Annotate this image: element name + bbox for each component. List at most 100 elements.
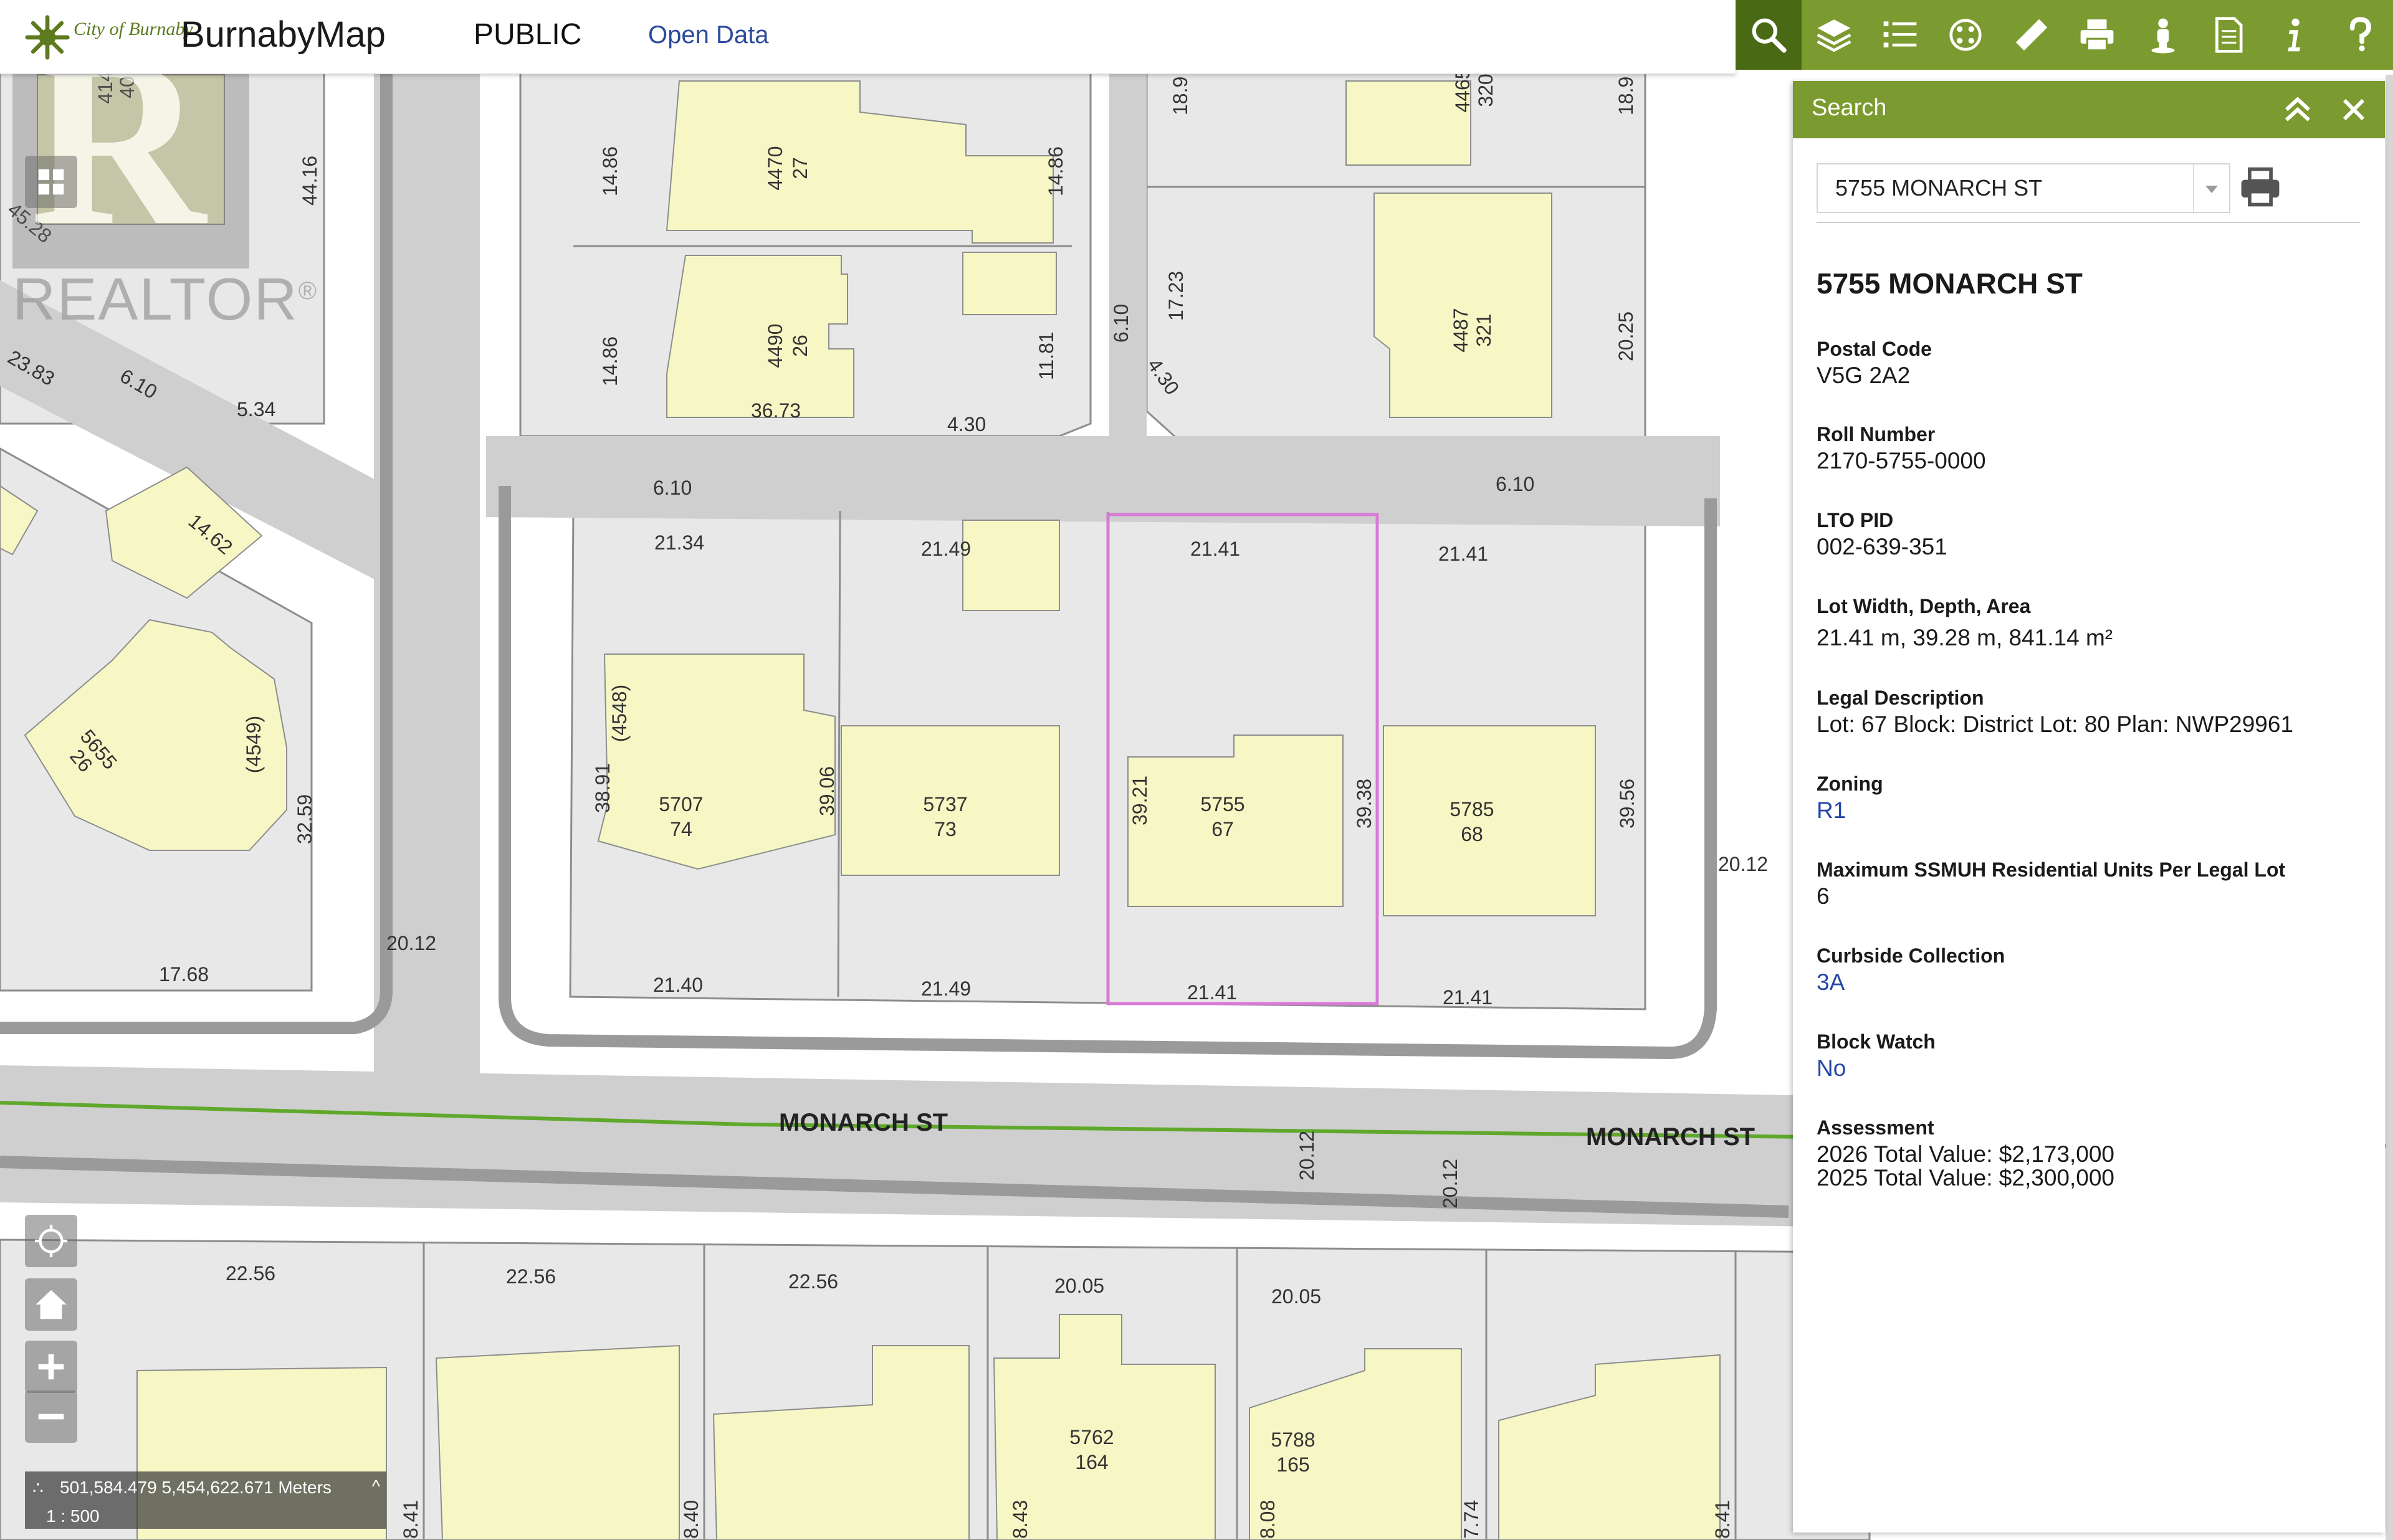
crosshair-icon: ∴ [32,1478,44,1498]
theme-tool-button[interactable] [1933,0,1999,70]
report-tool-button[interactable] [2196,0,2262,70]
field-value: 21.41 m, 39.28 m, 841.14 m² [1817,625,2113,650]
dimension-label: 20.12 [1296,1131,1318,1181]
help-tool-button[interactable] [2328,0,2393,70]
dimension-label: 22.56 [506,1265,556,1288]
help-icon [2349,17,2372,52]
street-label: MONARCH ST [1586,1123,1755,1151]
dimension-label: 7.74 [1460,1500,1483,1539]
scale-text: 1 : 500 [46,1506,100,1526]
dimension-label: 21.49 [921,977,971,1000]
parcel-lot: 165 [1276,1453,1309,1476]
search-tool-button[interactable] [1736,0,1802,70]
dimension-label: 20.12 [386,932,436,954]
zoom-out-button[interactable] [25,1390,77,1443]
close-icon[interactable] [2335,91,2372,128]
print-tool-button[interactable] [2065,0,2131,70]
dimension-label: 8.08 [1256,1500,1279,1539]
field-label: Maximum SSMUH Residential Units Per Lega… [1817,858,2286,881]
zoom-in-button[interactable] [25,1341,77,1393]
field-lot-dimensions: Lot Width, Depth, Area 21.41 m, 39.28 m,… [1817,594,2113,652]
parcel-number: 5737 [923,793,967,815]
parcel-number: 5755 [1200,793,1244,815]
layers-icon [1817,19,1851,52]
collapse-chevron-icon[interactable] [2279,91,2316,128]
search-input[interactable] [1818,164,2185,212]
dimension-label: 39.21 [1129,776,1151,825]
dimension-label: 8.40 [680,1500,702,1539]
toolbar [1736,0,2393,70]
legend-list-icon [1883,21,1917,48]
dimension-label: 39.56 [1616,779,1638,829]
search-dropdown-button[interactable] [2193,164,2229,212]
print-icon [2080,19,2114,52]
home-icon [36,1290,67,1319]
field-roll-number: Roll Number 2170-5755-0000 [1817,422,1986,475]
parcel-number: 5788 [1271,1428,1315,1451]
field-label: Postal Code [1817,338,1932,360]
minus-icon [38,1414,64,1420]
field-label: Block Watch [1817,1030,1936,1053]
map-theme-icon [1949,19,1982,51]
dimension-label: 14.86 [1044,146,1067,196]
dimension-label: 20.05 [1054,1275,1104,1297]
parcel-lot: 321 [1473,313,1495,346]
grid-icon [38,169,64,195]
dimension-label: 4.30 [947,413,986,435]
field-value: Lot: 67 Block: District Lot: 80 Plan: NW… [1817,711,2294,737]
field-value: 002-639-351 [1817,534,1947,559]
dimension-label: 20.05 [1271,1285,1321,1308]
dimension-label: 20.12 [1439,1159,1461,1209]
dimension-label: 6.10 [1110,304,1132,343]
field-value: V5G 2A2 [1817,363,1911,388]
dimension-label: 44.16 [299,156,321,206]
field-curbside-collection: Curbside Collection 3A [1817,943,2005,997]
print-results-icon[interactable] [2237,163,2284,211]
field-postal-code: Postal Code V5G 2A2 [1817,336,1932,390]
streetview-tool-button[interactable] [2130,0,2196,70]
chevron-up-icon[interactable]: ^ [372,1476,380,1496]
parcel-number: 4487 [1450,308,1472,352]
dimension-label: 21.41 [1438,543,1488,565]
field-assessment: Assessment 2026 Total Value: $2,173,000 … [1817,1115,2114,1192]
layers-tool-button[interactable] [1802,0,1868,70]
parcel-number: 4465 [1451,68,1474,112]
field-label: Roll Number [1817,423,1936,445]
locate-icon [34,1224,68,1258]
parcel-number: 5762 [1069,1426,1114,1448]
curbside-collection-link[interactable]: 3A [1817,968,2005,997]
measure-tool-button[interactable] [1999,0,2065,70]
field-label: LTO PID [1817,509,1894,531]
block-watch-link[interactable]: No [1817,1054,1936,1083]
dimension-label: 5.34 [237,398,275,421]
dimension-label: 8.43 [1009,1500,1031,1539]
dimension-label: 18.9 [1169,77,1192,115]
dimension-label: 6.10 [1496,473,1534,495]
field-lto-pid: LTO PID 002-639-351 [1817,508,1947,561]
field-label: Curbside Collection [1817,944,2005,967]
info-tool-button[interactable] [2262,0,2328,70]
field-zoning: Zoning R1 [1817,771,1883,825]
parcel-number: 5707 [659,793,703,815]
open-data-link[interactable]: Open Data [648,21,768,49]
dimension-label: 21.41 [1190,538,1240,560]
dimension-label: 22.56 [788,1270,838,1293]
parcel-lot: 73 [934,818,957,840]
realtor-logo-text: REALTOR® [12,266,318,333]
parcel-lot: 68 [1461,823,1483,845]
legend-tool-button[interactable] [1867,0,1933,70]
plus-icon [38,1354,64,1380]
city-logo-icon [25,15,70,60]
locate-button[interactable] [25,1215,77,1267]
basemap-toggle-button[interactable] [25,156,77,208]
dimension-label: 17.23 [1165,271,1187,321]
field-value: 6 [1817,883,1830,909]
zoning-link[interactable]: R1 [1817,796,1883,825]
city-logo-text: City of Burnaby [74,19,193,39]
parcel-number: 4470 [764,146,786,190]
dimension-label: 14.86 [599,336,621,386]
parcel-lot: 67 [1211,818,1234,840]
home-button[interactable] [25,1278,77,1331]
measure-ruler-icon [2015,19,2047,51]
parcel-lot: 27 [789,157,811,179]
